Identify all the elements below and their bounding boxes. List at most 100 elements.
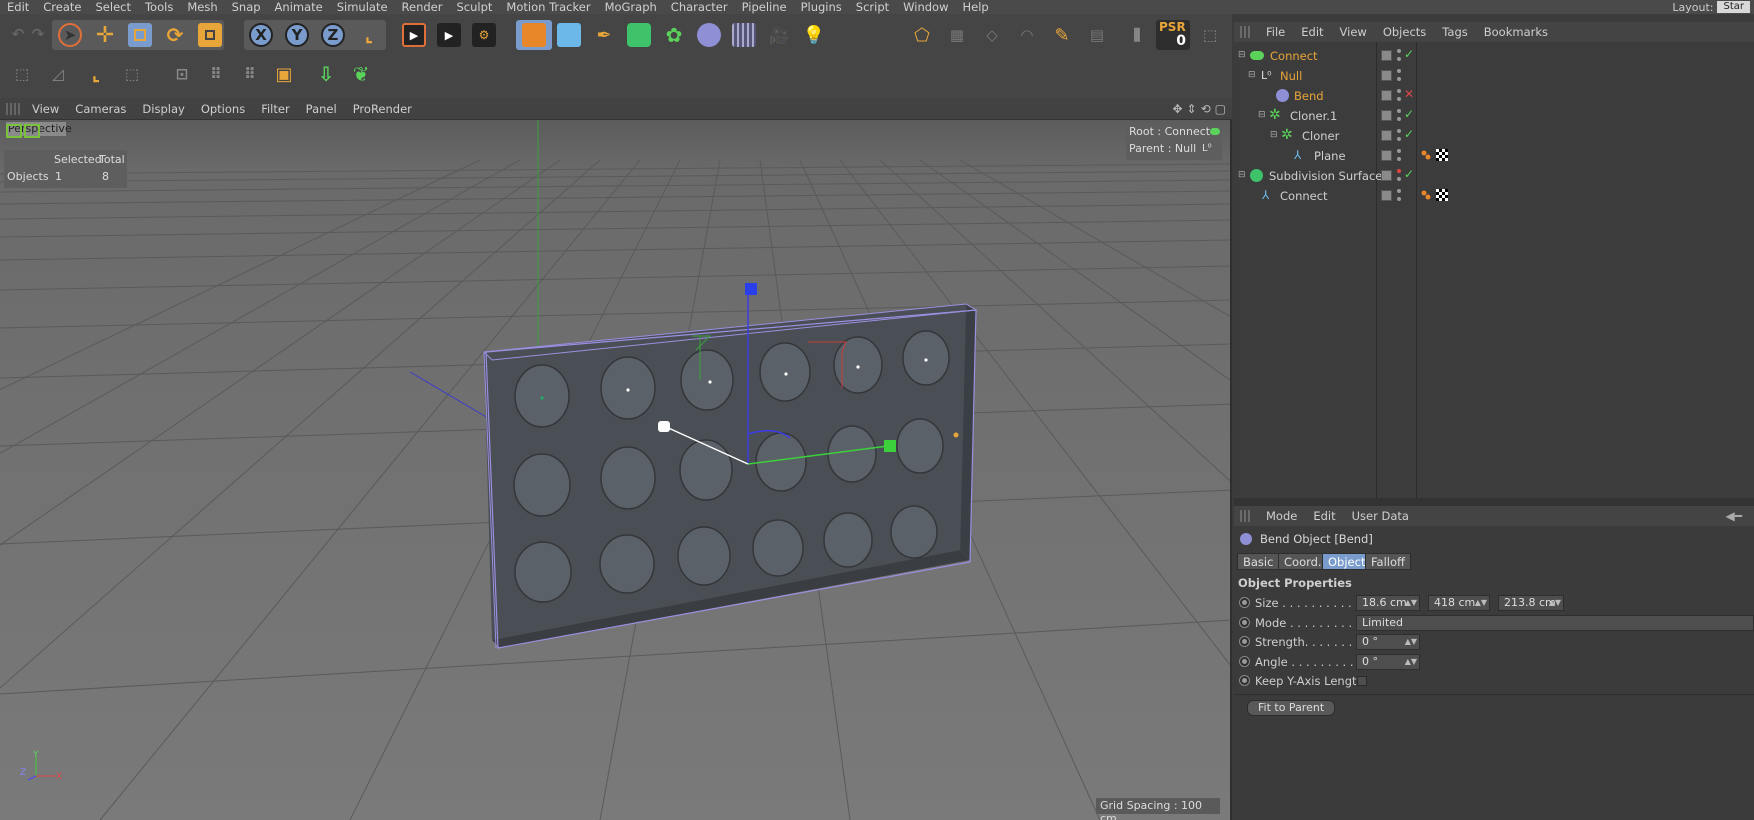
om-menu-tags[interactable]: Tags bbox=[1434, 25, 1475, 39]
3d-viewport[interactable]: Perspective Selected Total Objects 1 8 R… bbox=[0, 120, 1232, 820]
snap-settings-button[interactable]: ⫼ bbox=[1121, 19, 1153, 51]
menu-animate[interactable]: Animate bbox=[268, 0, 330, 14]
add-cube-button[interactable] bbox=[518, 19, 550, 51]
layer-icon[interactable] bbox=[1381, 150, 1392, 161]
visibility-dots[interactable] bbox=[1397, 89, 1402, 101]
collapse-icon[interactable]: ⊟ bbox=[1238, 50, 1246, 60]
x-axis-lock-button[interactable]: X bbox=[245, 19, 277, 51]
object-row-null[interactable]: ⊟ L⁰ Null bbox=[1234, 66, 1754, 86]
menu-help[interactable]: Help bbox=[956, 0, 996, 14]
extrude-tool-button[interactable]: ⬚ bbox=[116, 58, 148, 90]
spinner-icon[interactable]: ▲▼ bbox=[1475, 596, 1487, 610]
am-menu-user-data[interactable]: User Data bbox=[1344, 509, 1417, 523]
download-button[interactable]: ⇩ bbox=[310, 58, 342, 90]
visibility-dots[interactable] bbox=[1397, 109, 1402, 121]
add-deformer-button[interactable] bbox=[693, 19, 725, 51]
live-selection-button[interactable]: ➤ bbox=[54, 19, 86, 51]
object-row-cloner-1[interactable]: ⊟ ✲ Cloner.1 ✓ bbox=[1234, 106, 1754, 126]
size-z-field[interactable]: 213.8 cm ▲▼ bbox=[1498, 595, 1564, 611]
collapse-icon[interactable]: ⊟ bbox=[1238, 170, 1246, 180]
visibility-dots[interactable] bbox=[1397, 49, 1402, 61]
viewport-menu-options[interactable]: Options bbox=[193, 102, 253, 116]
layer-icon[interactable] bbox=[1381, 50, 1392, 61]
phong-tag-icon[interactable] bbox=[1420, 189, 1432, 201]
material-tag-icon[interactable] bbox=[1436, 149, 1448, 161]
menu-select[interactable]: Select bbox=[89, 0, 138, 14]
coordinate-system-button[interactable]: ⌞ bbox=[353, 19, 385, 51]
add-spline-button[interactable]: ✒ bbox=[588, 19, 620, 51]
enabled-check-icon[interactable]: ✓ bbox=[1404, 47, 1414, 61]
menu-mograph[interactable]: MoGraph bbox=[598, 0, 664, 14]
animate-radio[interactable] bbox=[1239, 675, 1250, 686]
scale-tool-button[interactable] bbox=[124, 19, 156, 51]
mode-dropdown[interactable]: Limited bbox=[1356, 615, 1754, 631]
collapse-icon[interactable]: ⊟ bbox=[1258, 110, 1266, 120]
fit-to-parent-button[interactable]: Fit to Parent bbox=[1247, 700, 1336, 716]
visibility-dots[interactable] bbox=[1397, 169, 1402, 181]
add-primitive-button[interactable] bbox=[553, 19, 585, 51]
enable-snap-button[interactable]: ⊡ bbox=[166, 58, 198, 90]
visibility-dots[interactable] bbox=[1397, 189, 1402, 201]
workplane-button[interactable]: ⬚ bbox=[1194, 19, 1226, 51]
object-row-plane[interactable]: ⅄ Plane bbox=[1234, 146, 1754, 166]
enabled-check-icon[interactable]: ✓ bbox=[1404, 107, 1414, 121]
spinner-icon[interactable]: ▲▼ bbox=[1405, 635, 1417, 649]
menu-window[interactable]: Window bbox=[896, 0, 955, 14]
menu-sculpt[interactable]: Sculpt bbox=[450, 0, 500, 14]
collapse-icon[interactable]: ⊟ bbox=[1248, 70, 1256, 80]
add-light-button[interactable]: 💡 bbox=[798, 19, 830, 51]
enabled-check-icon[interactable]: ✓ bbox=[1404, 127, 1414, 141]
points-mode-button[interactable]: ⬠ bbox=[906, 19, 938, 51]
am-menu-edit[interactable]: Edit bbox=[1305, 509, 1343, 523]
size-x-field[interactable]: 18.6 cm ▲▼ bbox=[1356, 595, 1420, 611]
axis-tool-button[interactable]: ⌞ bbox=[80, 58, 112, 90]
add-environment-button[interactable] bbox=[728, 19, 760, 51]
z-axis-lock-button[interactable]: Z bbox=[317, 19, 349, 51]
rotate-tool-button[interactable]: ⟳ bbox=[159, 19, 191, 51]
quantize-button[interactable]: ⠿ bbox=[200, 58, 232, 90]
enabled-check-icon[interactable]: ✓ bbox=[1404, 167, 1414, 181]
menu-mesh[interactable]: Mesh bbox=[180, 0, 224, 14]
viewport-menu-view[interactable]: View bbox=[24, 102, 67, 116]
material-tag-icon[interactable] bbox=[1436, 189, 1448, 201]
spinner-icon[interactable]: ▲▼ bbox=[1549, 596, 1561, 610]
solo-button[interactable]: ⠿ bbox=[234, 58, 266, 90]
menu-plugins[interactable]: Plugins bbox=[794, 0, 849, 14]
layer-icon[interactable] bbox=[1381, 70, 1392, 81]
disabled-cross-icon[interactable]: ✕ bbox=[1404, 87, 1414, 101]
visibility-dots[interactable] bbox=[1397, 69, 1402, 81]
move-tool-button[interactable]: ✛ bbox=[89, 19, 121, 51]
om-menu-objects[interactable]: Objects bbox=[1375, 25, 1434, 39]
tab-falloff[interactable]: Falloff bbox=[1365, 553, 1411, 570]
add-array-button[interactable]: ✿ bbox=[658, 19, 690, 51]
menu-simulate[interactable]: Simulate bbox=[330, 0, 395, 14]
viewport-menu-prorender[interactable]: ProRender bbox=[345, 102, 420, 116]
object-row-subdivision-surface[interactable]: ⊟ Subdivision Surface ✓ bbox=[1234, 166, 1754, 186]
back-arrow-icon[interactable]: ◀━ bbox=[1726, 509, 1754, 523]
add-camera-button[interactable]: 🎥 bbox=[763, 19, 795, 51]
object-row-cloner[interactable]: ⊟ ✲ Cloner ✓ bbox=[1234, 126, 1754, 146]
tab-coord[interactable]: Coord. bbox=[1278, 553, 1328, 570]
edges-mode-button[interactable]: ▦ bbox=[941, 19, 973, 51]
layer-icon[interactable] bbox=[1381, 110, 1392, 121]
visibility-dots[interactable] bbox=[1397, 149, 1402, 161]
menu-snap[interactable]: Snap bbox=[225, 0, 268, 14]
om-menu-file[interactable]: File bbox=[1258, 25, 1293, 39]
object-row-bend[interactable]: Bend ✕ bbox=[1234, 86, 1754, 106]
save-button[interactable]: ▣ bbox=[268, 58, 300, 90]
pan-icon[interactable]: ✥ bbox=[1172, 102, 1182, 116]
animate-radio[interactable] bbox=[1239, 656, 1250, 667]
last-tool-button[interactable] bbox=[194, 19, 226, 51]
viewport-menu-display[interactable]: Display bbox=[134, 102, 192, 116]
plugin-button[interactable]: ❦ bbox=[345, 58, 377, 90]
om-menu-bookmarks[interactable]: Bookmarks bbox=[1476, 25, 1556, 39]
layer-icon[interactable] bbox=[1381, 130, 1392, 141]
layer-icon[interactable] bbox=[1381, 170, 1392, 181]
animate-radio[interactable] bbox=[1239, 597, 1250, 608]
object-row-connect[interactable]: ⊟ Connect ✓ bbox=[1234, 46, 1754, 66]
maximize-icon[interactable]: ▢ bbox=[1215, 102, 1226, 116]
collapse-icon[interactable]: ⊟ bbox=[1270, 130, 1278, 140]
polygons-mode-button[interactable]: ◇ bbox=[976, 19, 1008, 51]
spinner-icon[interactable]: ▲▼ bbox=[1405, 596, 1417, 610]
bevel-tool-button[interactable]: ◿ bbox=[42, 58, 74, 90]
